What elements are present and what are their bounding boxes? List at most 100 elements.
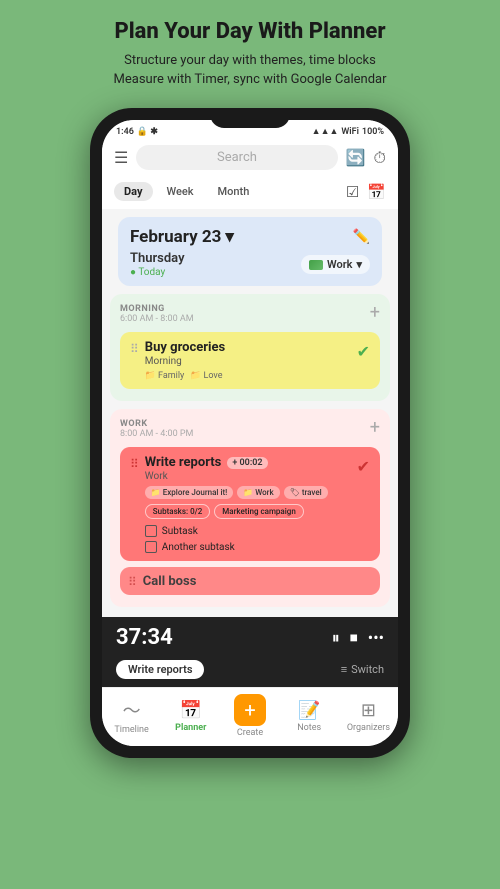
timer-pause-button[interactable]: ⏸ [332,628,340,648]
call-boss-task[interactable]: ⠿ Call boss [120,567,380,595]
timer-task-row: Write reports ≡ Switch [102,658,398,687]
status-time: 1:46 [116,127,134,137]
scroll-content: February 23 ▾ ✏️ Thursday ● Today Work ▾ [102,209,398,617]
timer-stop-button[interactable]: ⏹ [350,628,358,648]
view-tabs: Day Week Month ☑ 📅 [102,176,398,209]
morning-section: MORNING 6:00 AM - 8:00 AM + ⠿ Buy grocer… [110,294,390,401]
day-info: Thursday ● Today [130,251,185,278]
timer-task-label[interactable]: Write reports [116,660,204,679]
create-button[interactable]: + [234,694,266,726]
subtask-checkbox-2[interactable] [145,541,157,553]
page-title: Plan Your Day With Planner [20,18,480,47]
subtask-label-2: Another subtask [162,542,235,553]
morning-time: 6:00 AM - 8:00 AM [120,314,194,324]
subtask-count: Subtasks: 0/2 [145,504,210,519]
page-subtitle: Structure your day with themes, time blo… [20,51,480,90]
tab-week[interactable]: Week [157,182,204,201]
morning-title-group: MORNING 6:00 AM - 8:00 AM [120,304,194,324]
phone-screen: 1:46 🔒 ✱ ▲▲▲ WiFi 100% ☰ Search 🔄 ⏱ Day … [102,120,398,746]
checklist-icon[interactable]: ☑ [346,183,359,201]
nav-timeline[interactable]: 〜 Timeline [102,697,161,735]
write-reports-task[interactable]: ⠿ Write reports + 00:02 Work 📁 Explore J… [120,447,380,561]
nav-planner[interactable]: 📅 Planner [161,700,220,733]
timeline-label: Timeline [114,725,148,735]
menu-icon[interactable]: ☰ [114,148,128,167]
write-reports-title: Write reports [145,455,222,470]
work-dropdown: ▾ [356,258,362,271]
dropdown-arrow[interactable]: ▾ [225,227,234,247]
task-tags: 📁 Family 📁 Love [145,371,351,381]
task1-subtitle: Work [145,471,351,482]
calendar-icon[interactable]: 📅 [367,183,386,201]
morning-title: MORNING [120,304,194,314]
subtask-label-1: Subtask [162,526,198,537]
tag-love: 📁 Love [190,371,222,381]
timer-more-button[interactable]: ••• [368,628,384,647]
tag-work: 📁 Work [237,486,279,499]
marketing-campaign: Marketing campaign [214,504,304,519]
wifi-icon: WiFi [341,127,359,137]
tag-journal: 📁 Explore Journal it! [145,486,233,499]
tag-travel: 🏷 travel [284,486,328,499]
timer-bar: 37:34 ⏸ ⏹ ••• [102,617,398,658]
write-reports-info: Write reports + 00:02 Work 📁 Explore Jou… [145,455,351,553]
day-row: Thursday ● Today Work ▾ [130,251,370,278]
task1-check[interactable]: ✔ [357,457,370,476]
work-section: WORK 8:00 AM - 4:00 PM + ⠿ Write reports… [110,409,390,607]
date-title: February 23 ▾ [130,227,234,247]
view-tabs-right: ☑ 📅 [346,183,386,201]
work-time: 8:00 AM - 4:00 PM [120,429,193,439]
task-check[interactable]: ✔ [357,342,370,361]
switch-label: Switch [351,663,384,676]
timer-time: 37:34 [116,625,332,650]
tab-day[interactable]: Day [114,182,153,201]
morning-header: MORNING 6:00 AM - 8:00 AM + [120,304,380,324]
timer-controls: ⏸ ⏹ ••• [332,628,384,648]
page-header: Plan Your Day With Planner Structure you… [0,0,500,100]
edit-icon[interactable]: ✏️ [353,229,370,245]
buy-groceries-task[interactable]: ⠿ Buy groceries Morning 📁 Family 📁 Love … [120,332,380,389]
planner-label: Planner [175,723,206,733]
work-header: WORK 8:00 AM - 4:00 PM + [120,419,380,439]
status-left: 1:46 🔒 ✱ [116,127,158,137]
work-icon [309,260,323,270]
search-input[interactable]: Search [136,145,337,170]
notes-icon: 📝 [298,700,320,721]
task-subtitle: Morning [145,356,351,367]
timer-icon[interactable]: ⏱ [374,148,386,168]
tab-month[interactable]: Month [208,182,260,201]
timeline-icon: 〜 [123,697,141,723]
switch-button[interactable]: ≡ Switch [341,663,384,676]
phone-frame: 1:46 🔒 ✱ ▲▲▲ WiFi 100% ☰ Search 🔄 ⏱ Day … [90,108,410,758]
bottom-nav: 〜 Timeline 📅 Planner + Create 📝 Notes ⊞ … [102,687,398,746]
refresh-icon[interactable]: 🔄 [346,148,366,167]
battery-label: 100% [362,127,384,137]
nav-organizers[interactable]: ⊞ Organizers [339,700,398,733]
work-label: Work [327,258,352,271]
subtask-checkbox-1[interactable] [145,525,157,537]
work-add-button[interactable]: + [370,419,380,437]
task-title: Buy groceries [145,340,351,355]
create-label: Create [237,728,263,738]
timer-label: + 00:02 [227,457,267,469]
work-title: WORK [120,419,193,429]
morning-add-button[interactable]: + [370,304,380,322]
work-badge[interactable]: Work ▾ [301,255,370,274]
today-label: ● Today [130,267,185,278]
date-label: February 23 [130,227,221,247]
subtask-pills: Subtasks: 0/2 Marketing campaign [145,504,351,519]
nav-create[interactable]: + Create [220,694,279,738]
subtask-1: Subtask [145,525,351,537]
subtasks-list: Subtask Another subtask [145,525,351,553]
tag-family: 📁 Family [145,371,184,381]
call-boss-title: Call boss [143,574,197,589]
nav-notes[interactable]: 📝 Notes [280,700,339,733]
day-label: Thursday [130,251,185,266]
date-header: February 23 ▾ ✏️ Thursday ● Today Work ▾ [118,217,382,286]
planner-icon: 📅 [180,700,202,721]
task1-tags: 📁 Explore Journal it! 📁 Work 🏷 travel [145,486,351,499]
top-bar: ☰ Search 🔄 ⏱ [102,139,398,176]
drag-handle-3: ⠿ [128,575,137,589]
subtask-2: Another subtask [145,541,351,553]
signal-icon: ▲▲▲ [312,126,339,137]
